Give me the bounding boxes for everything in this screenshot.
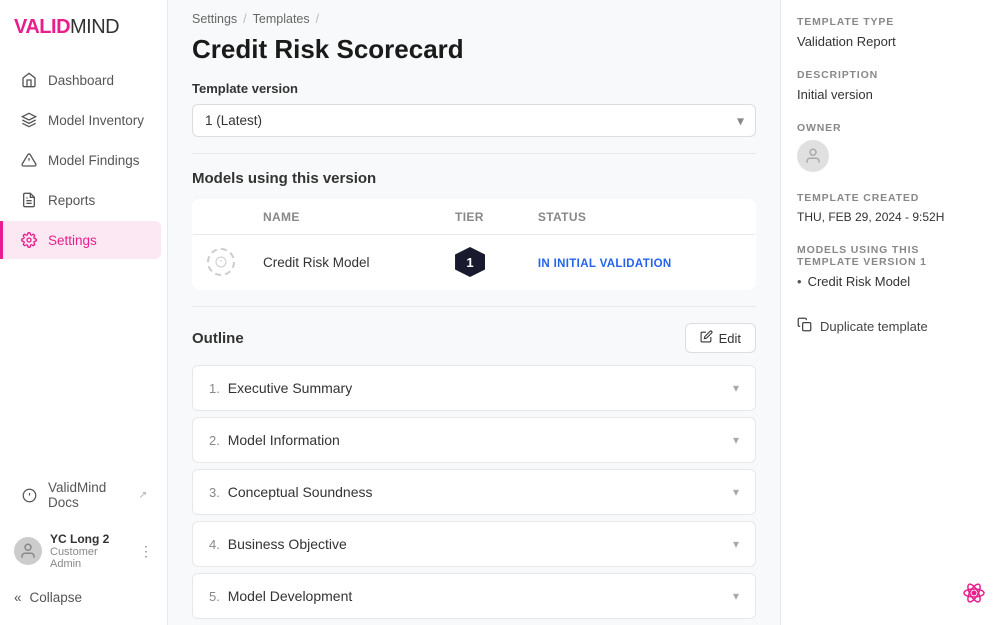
outline-item-5[interactable]: 5. Model Development ▾ <box>192 573 756 619</box>
alert-triangle-icon <box>20 151 38 169</box>
template-version-section: Template version 1 (Latest) ▾ <box>192 81 756 137</box>
sidebar-item-label: Reports <box>48 193 95 208</box>
outline-item-3[interactable]: 3. Conceptual Soundness ▾ <box>192 469 756 515</box>
version-select-wrapper: 1 (Latest) ▾ <box>192 104 756 137</box>
chevron-down-icon: ▾ <box>733 433 739 447</box>
version-select[interactable]: 1 (Latest) <box>192 104 756 137</box>
models-using-label: MODELS USING THIS TEMPLATE VERSION 1 <box>797 244 984 268</box>
sidebar-item-settings[interactable]: Settings <box>0 221 161 259</box>
settings-icon <box>20 231 38 249</box>
sidebar-nav: Dashboard Model Inventory Model Findings… <box>0 59 167 468</box>
outline-title: Outline <box>192 330 244 347</box>
validmind-docs-label: ValidMind Docs <box>48 480 127 510</box>
outline-item-label: 5. Model Development <box>209 588 352 604</box>
sidebar-bottom: ValidMind Docs ↗ YC Long 2 Customer Admi… <box>0 468 167 625</box>
sidebar: VALIDMIND Dashboard Model Inventory Mode… <box>0 0 168 625</box>
col-icon <box>193 200 250 235</box>
file-text-icon <box>20 191 38 209</box>
model-icon <box>207 248 235 276</box>
page-title: Credit Risk Scorecard <box>192 34 756 65</box>
sidebar-item-dashboard[interactable]: Dashboard <box>6 61 161 99</box>
breadcrumb: Settings / Templates / <box>192 12 756 26</box>
outline-item-2[interactable]: 2. Model Information ▾ <box>192 417 756 463</box>
template-type-label: TEMPLATE TYPE <box>797 16 984 28</box>
col-tier: TIER <box>441 200 524 235</box>
collapse-label: Collapse <box>30 590 83 605</box>
section-divider <box>192 153 756 154</box>
outline-item-1[interactable]: 1. Executive Summary ▾ <box>192 365 756 411</box>
models-table: NAME TIER STATUS Credit Risk Model 1 <box>192 199 756 290</box>
template-type-value: Validation Report <box>797 34 984 49</box>
outline-item-label: 4. Business Objective <box>209 536 347 552</box>
outline-header: Outline Edit <box>192 323 756 353</box>
breadcrumb-settings[interactable]: Settings <box>192 12 237 26</box>
collapse-arrow-icon: « <box>14 590 22 605</box>
home-icon <box>20 71 38 89</box>
model-name: Credit Risk Model <box>249 235 441 290</box>
duplicate-label: Duplicate template <box>820 319 928 334</box>
outline-item-4[interactable]: 4. Business Objective ▾ <box>192 521 756 567</box>
sidebar-item-reports[interactable]: Reports <box>6 181 161 219</box>
edit-icon <box>700 330 713 346</box>
template-created-value: THU, FEB 29, 2024 - 9:52H <box>797 210 984 224</box>
col-status: STATUS <box>524 200 756 235</box>
user-menu-button[interactable]: ⋮ <box>139 543 153 560</box>
edit-label: Edit <box>719 331 741 346</box>
collapse-button[interactable]: « Collapse <box>0 580 167 615</box>
owner-avatar <box>797 140 829 172</box>
template-version-label: Template version <box>192 81 756 96</box>
breadcrumb-templates[interactable]: Templates <box>253 12 310 26</box>
logo: VALIDMIND <box>0 0 167 59</box>
table-row: Credit Risk Model 1 IN INITIAL VALIDATIO… <box>193 235 756 290</box>
sidebar-item-model-inventory[interactable]: Model Inventory <box>6 101 161 139</box>
template-type-section: TEMPLATE TYPE Validation Report <box>797 16 984 49</box>
user-name: YC Long 2 <box>50 532 131 546</box>
description-label: DESCRIPTION <box>797 69 984 81</box>
user-info: YC Long 2 Customer Admin <box>50 532 131 570</box>
description-section: DESCRIPTION Initial version <box>797 69 984 102</box>
outline-item-label: 3. Conceptual Soundness <box>209 484 373 500</box>
chevron-down-icon: ▾ <box>733 485 739 499</box>
outline-item-label: 1. Executive Summary <box>209 380 352 396</box>
model-list-name: Credit Risk Model <box>808 274 911 289</box>
status-badge: IN INITIAL VALIDATION <box>538 258 672 270</box>
chevron-down-icon: ▾ <box>733 537 739 551</box>
avatar <box>14 537 42 565</box>
copy-icon <box>797 317 812 335</box>
user-role: Customer Admin <box>50 546 131 570</box>
col-name: NAME <box>249 200 441 235</box>
chevron-down-icon: ▾ <box>733 381 739 395</box>
owner-label: OWNER <box>797 122 984 134</box>
tier-badge: 1 <box>455 247 485 277</box>
sidebar-item-label: Settings <box>48 233 97 248</box>
model-list-item: • Credit Risk Model <box>797 274 984 289</box>
edit-button[interactable]: Edit <box>685 323 756 353</box>
sidebar-item-label: Dashboard <box>48 73 114 88</box>
sidebar-item-label: Model Inventory <box>48 113 144 128</box>
outline-item-label: 2. Model Information <box>209 432 340 448</box>
main-content: Settings / Templates / Credit Risk Score… <box>168 0 780 625</box>
description-value: Initial version <box>797 87 984 102</box>
section-divider-2 <box>192 306 756 307</box>
outline-section: Outline Edit 1. Executive Summary ▾ 2. M… <box>192 323 756 619</box>
owner-section: OWNER <box>797 122 984 172</box>
template-created-section: TEMPLATE CREATED THU, FEB 29, 2024 - 9:5… <box>797 192 984 224</box>
models-section-title: Models using this version <box>192 170 756 187</box>
external-icon: ↗ <box>139 490 147 501</box>
models-section: Models using this version NAME TIER STAT… <box>192 170 756 290</box>
layers-icon <box>20 111 38 129</box>
logo-text: VALIDMIND <box>14 16 119 39</box>
sidebar-item-model-findings[interactable]: Model Findings <box>6 141 161 179</box>
react-icon <box>962 581 986 611</box>
models-using-section: MODELS USING THIS TEMPLATE VERSION 1 • C… <box>797 244 984 289</box>
right-panel: TEMPLATE TYPE Validation Report DESCRIPT… <box>780 0 1000 625</box>
duplicate-template-button[interactable]: Duplicate template <box>797 309 984 343</box>
user-profile[interactable]: YC Long 2 Customer Admin ⋮ <box>0 522 167 580</box>
external-link-icon <box>20 486 38 504</box>
validmind-docs-link[interactable]: ValidMind Docs ↗ <box>6 470 161 520</box>
sidebar-item-label: Model Findings <box>48 153 140 168</box>
template-created-label: TEMPLATE CREATED <box>797 192 984 204</box>
chevron-down-icon: ▾ <box>733 589 739 603</box>
